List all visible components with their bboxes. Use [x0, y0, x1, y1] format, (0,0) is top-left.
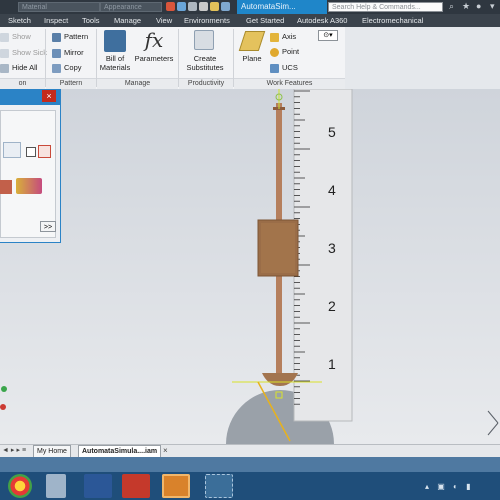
- status-strip: [0, 457, 500, 472]
- show-sick-icon: [0, 48, 9, 58]
- axis-button[interactable]: Axis: [270, 31, 296, 42]
- ruler-label-3: 3: [328, 240, 336, 256]
- help-search-input[interactable]: Search Help & Commands...: [328, 2, 443, 12]
- hide-all-icon: [0, 63, 9, 73]
- constraint-icon[interactable]: [38, 145, 51, 158]
- chrome-icon[interactable]: [8, 474, 32, 498]
- globe-icon[interactable]: [177, 2, 186, 11]
- tab-electromechanical[interactable]: Electromechanical: [362, 14, 423, 27]
- ruler-label-1: 1: [328, 356, 336, 372]
- create-substitutes-button[interactable]: Create Substitutes: [182, 54, 228, 72]
- document-tabs-bar: [0, 444, 500, 458]
- show-icon: [0, 32, 9, 42]
- ribbon-options-icon[interactable]: ⊙▾: [318, 30, 338, 41]
- bill-of-materials-icon[interactable]: [104, 30, 126, 52]
- material-dropdown[interactable]: Material: [18, 2, 100, 12]
- model-view: [0, 89, 499, 444]
- simulation-tool-icon[interactable]: [16, 178, 42, 194]
- close-tab-icon[interactable]: ×: [163, 446, 168, 455]
- checkbox[interactable]: [26, 147, 36, 157]
- dialog-expand-button[interactable]: >>: [40, 221, 56, 232]
- calculator-icon[interactable]: [210, 2, 219, 11]
- hide-all-button[interactable]: Hide All: [0, 62, 37, 73]
- powerpoint-icon[interactable]: [122, 474, 150, 498]
- follower-foot: [262, 373, 298, 386]
- mirror-icon: [52, 48, 61, 58]
- show-sick-button[interactable]: Show Sick: [0, 47, 47, 58]
- mirror-button[interactable]: Mirror: [52, 47, 84, 58]
- copy-icon: [52, 63, 61, 73]
- document-title: AutomataSim...: [237, 0, 327, 14]
- system-tray-icons[interactable]: ▴ ▣ ◐ ▮: [425, 482, 495, 492]
- ucs-icon: [270, 63, 279, 73]
- ruler-label-5: 5: [328, 124, 336, 140]
- show-button[interactable]: Show: [0, 31, 31, 42]
- word-icon[interactable]: [84, 474, 112, 498]
- point-icon: [270, 47, 279, 57]
- snipping-tool-icon[interactable]: [205, 474, 233, 498]
- chevron-down-icon[interactable]: ▾: [490, 1, 495, 12]
- tab-environments[interactable]: Environments: [184, 14, 230, 27]
- tab-autodesk-a360[interactable]: Autodesk A360: [297, 14, 347, 27]
- slider-block-grain: [261, 223, 295, 273]
- ribbon-empty-area: [345, 27, 500, 90]
- view-gizmo[interactable]: [487, 410, 499, 436]
- file-manager-icon[interactable]: [46, 474, 66, 498]
- tab-inspect[interactable]: Inspect: [44, 14, 68, 27]
- appearance-icon[interactable]: [166, 2, 175, 11]
- plane-button[interactable]: Plane: [238, 54, 266, 63]
- parameters-button[interactable]: Parameters: [134, 54, 174, 63]
- ruler-label-2: 2: [328, 298, 336, 314]
- appearance-dropdown[interactable]: Appearance: [100, 2, 162, 12]
- user-icon[interactable]: ●: [476, 1, 481, 11]
- create-substitutes-icon[interactable]: [194, 30, 214, 50]
- pattern-icon: [52, 32, 61, 42]
- tab-tools[interactable]: Tools: [82, 14, 100, 27]
- productivity-panel-label: Productivity: [179, 78, 233, 89]
- manage-panel-label: Manage: [97, 78, 178, 89]
- ruler: [293, 89, 353, 422]
- ucs-button[interactable]: UCS: [270, 62, 298, 73]
- point-button[interactable]: Point: [270, 46, 299, 57]
- pattern-button[interactable]: Pattern: [52, 31, 88, 42]
- copy-button[interactable]: Copy: [52, 62, 82, 73]
- bill-of-materials-button[interactable]: Bill of Materials: [96, 54, 134, 72]
- work-features-panel-label: Work Features: [234, 78, 345, 89]
- tab-sketch[interactable]: Sketch: [8, 14, 31, 27]
- position-panel-label: on: [0, 78, 45, 89]
- search-icon[interactable]: ⌕: [449, 1, 454, 12]
- sheet-icon[interactable]: [221, 2, 230, 11]
- tab-get-started[interactable]: Get Started: [246, 14, 284, 27]
- tab-navigation-arrows[interactable]: ◄▸▸≡: [2, 446, 28, 454]
- pattern-panel-label: Pattern: [46, 78, 96, 89]
- measure-icon[interactable]: [188, 2, 197, 11]
- ruler-label-4: 4: [328, 182, 336, 198]
- axis-icon: [270, 32, 279, 42]
- origin-marker-green: [1, 386, 7, 392]
- parameters-icon[interactable]: fx: [143, 28, 165, 52]
- dialog-close-button[interactable]: ×: [42, 90, 56, 102]
- origin-marker-red: [0, 404, 6, 410]
- dialog-content: [0, 110, 56, 238]
- star-icon[interactable]: ★: [462, 1, 470, 12]
- sketch-tool-icon[interactable]: [3, 142, 21, 158]
- motion-tool-icon[interactable]: [0, 180, 12, 194]
- inventor-icon[interactable]: [162, 474, 190, 498]
- select-icon[interactable]: [199, 2, 208, 11]
- tab-view[interactable]: View: [156, 14, 172, 27]
- 3d-viewport[interactable]: 5 4 3 2 1: [0, 89, 500, 444]
- tab-manage[interactable]: Manage: [114, 14, 141, 27]
